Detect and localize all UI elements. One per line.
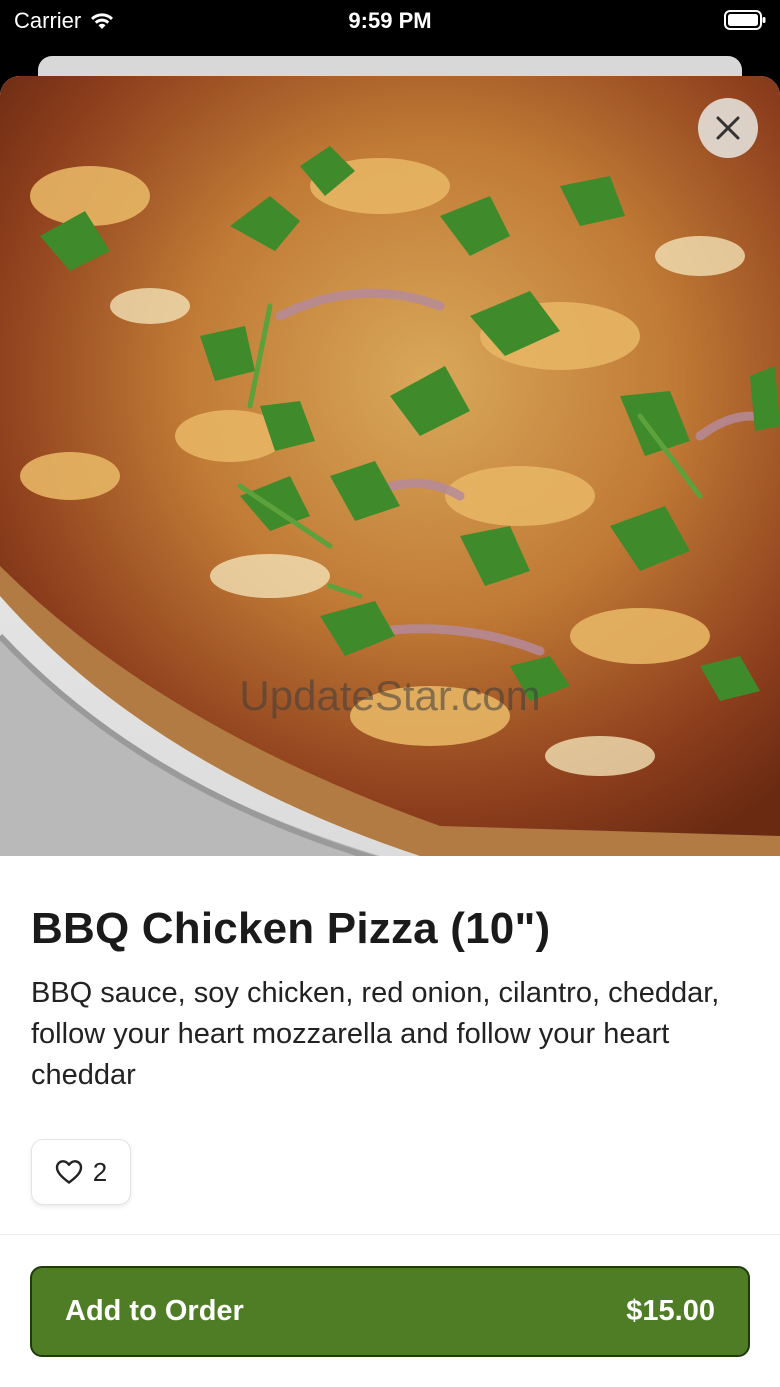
item-photo: UpdateStar.com	[0, 76, 780, 856]
close-icon	[716, 116, 740, 140]
status-bar: Carrier 9:59 PM	[0, 0, 780, 44]
watermark: UpdateStar.com	[239, 672, 541, 719]
battery-icon	[724, 10, 766, 36]
heart-icon	[55, 1160, 82, 1184]
close-button[interactable]	[698, 98, 758, 158]
like-button[interactable]: 2	[31, 1139, 131, 1205]
divider	[0, 1234, 780, 1235]
add-to-order-button[interactable]: Add to Order $15.00	[30, 1266, 750, 1357]
item-title: BBQ Chicken Pizza (10")	[31, 904, 551, 953]
order-price: $15.00	[626, 1295, 715, 1327]
clock: 9:59 PM	[348, 8, 432, 33]
item-description: BBQ sauce, soy chicken, red onion, cilan…	[31, 977, 720, 1091]
item-detail-sheet: UpdateStar.com BBQ Chicken Pizza (10") B…	[0, 76, 780, 1387]
like-count: 2	[92, 1156, 108, 1187]
add-to-order-label: Add to Order	[65, 1295, 244, 1327]
